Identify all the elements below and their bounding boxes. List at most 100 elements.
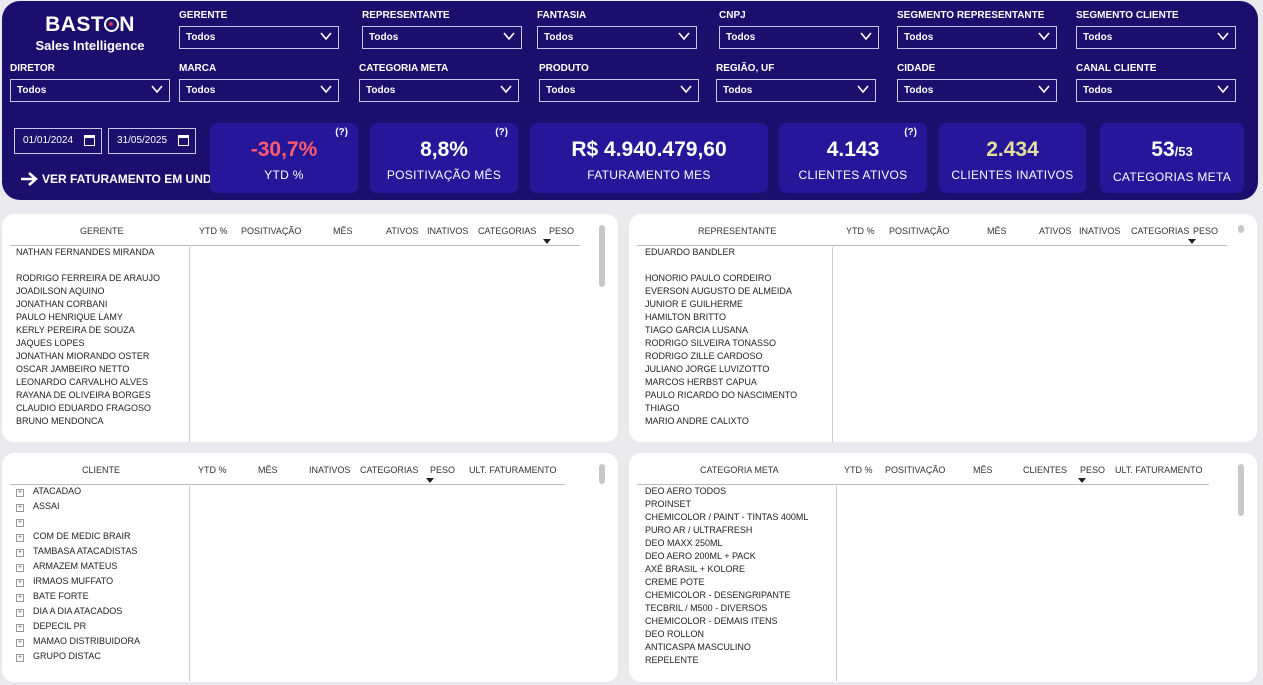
table-row[interactable]: JUNIOR E GUILHERME	[645, 298, 797, 311]
table-row[interactable]: JONATHAN MIORANDO OSTER	[16, 350, 160, 363]
expand-icon[interactable]: +	[16, 654, 24, 662]
scrollbar[interactable]	[1238, 225, 1244, 233]
help-icon[interactable]: (?)	[495, 127, 508, 138]
expand-icon[interactable]: +	[16, 609, 24, 617]
column-header[interactable]: CATEGORIA META	[700, 465, 779, 475]
table-row[interactable]: REPELENTE	[645, 654, 808, 667]
table-row[interactable]: RODRIGO FERREIRA DE ARAUJO	[16, 272, 160, 285]
table-row[interactable]: + BATE FORTE	[12, 589, 140, 604]
filter-dropdown[interactable]: Todos	[537, 26, 697, 49]
table-row[interactable]: MARIO ANDRE CALIXTO	[645, 415, 797, 428]
column-header[interactable]: CLIENTES	[1023, 465, 1067, 475]
column-header[interactable]: POSITIVAÇÃO	[885, 465, 945, 475]
column-header[interactable]: POSITIVAÇÃO	[889, 226, 949, 236]
table-row[interactable]: JONATHAN CORBANI	[16, 298, 160, 311]
column-header[interactable]: YTD %	[199, 226, 228, 236]
table-row[interactable]: EDUARDO BANDLER	[645, 246, 797, 259]
filter-dropdown[interactable]: Todos	[539, 79, 699, 102]
column-header[interactable]: ATIVOS	[386, 226, 418, 236]
table-row[interactable]: +	[12, 514, 140, 529]
column-header[interactable]: INATIVOS	[427, 226, 468, 236]
column-header[interactable]: YTD %	[198, 465, 227, 475]
expand-icon[interactable]: +	[16, 519, 24, 527]
column-header[interactable]: ULT. FATURAMENTO	[469, 465, 557, 475]
filter-dropdown[interactable]: Todos	[179, 79, 339, 102]
column-header[interactable]: PESO	[430, 465, 455, 475]
expand-icon[interactable]: +	[16, 534, 24, 542]
column-header[interactable]: INATIVOS	[309, 465, 350, 475]
column-header[interactable]: CLIENTE	[82, 465, 120, 475]
table-row[interactable]: KERLY PEREIRA DE SOUZA	[16, 324, 160, 337]
table-row[interactable]: HAMILTON BRITTO	[645, 311, 797, 324]
table-row[interactable]: DEO AERO 200ML + PACK	[645, 550, 808, 563]
table-row[interactable]: PURO AR / ULTRAFRESH	[645, 524, 808, 537]
column-header[interactable]: MÊS	[333, 226, 353, 236]
date-start-field[interactable]: 01/01/2024	[14, 128, 102, 154]
sort-desc-icon[interactable]	[426, 478, 434, 483]
column-header[interactable]: YTD %	[844, 465, 873, 475]
table-row[interactable]: DEO AERO TODOS	[645, 485, 808, 498]
table-row[interactable]: + IRMAOS MUFFATO	[12, 574, 140, 589]
date-end-field[interactable]: 31/05/2025	[108, 128, 196, 154]
scrollbar[interactable]	[599, 225, 605, 287]
table-row[interactable]: CHEMICOLOR / PAINT - TINTAS 400ML	[645, 511, 808, 524]
table-row[interactable]: LEONARDO CARVALHO ALVES	[16, 376, 160, 389]
table-row[interactable]: PAULO RICARDO DO NASCIMENTO	[645, 389, 797, 402]
expand-icon[interactable]: +	[16, 594, 24, 602]
sort-desc-icon[interactable]	[1188, 239, 1196, 244]
table-row[interactable]: PROINSET	[645, 498, 808, 511]
table-row[interactable]: RODRIGO ZILLE CARDOSO	[645, 350, 797, 363]
table-row[interactable]: JULIANO JORGE LUVIZOTTO	[645, 363, 797, 376]
table-row[interactable]: HONORIO PAULO CORDEIRO	[645, 272, 797, 285]
table-row[interactable]: CHEMICOLOR - DESENGRIPANTE	[645, 589, 808, 602]
filter-dropdown[interactable]: Todos	[1076, 79, 1236, 102]
column-header[interactable]: GERENTE	[80, 226, 124, 236]
help-icon[interactable]: (?)	[335, 127, 348, 138]
table-row[interactable]	[16, 259, 160, 272]
table-row[interactable]: TECBRIL / M500 - DIVERSOS	[645, 602, 808, 615]
filter-dropdown[interactable]: Todos	[1076, 26, 1236, 49]
column-header[interactable]: YTD %	[846, 226, 875, 236]
column-header[interactable]: PESO	[549, 226, 574, 236]
column-header[interactable]: CATEGORIAS	[1131, 226, 1189, 236]
filter-dropdown[interactable]: Todos	[897, 26, 1057, 49]
column-header[interactable]: MÊS	[973, 465, 993, 475]
table-row[interactable]: BRUNO MENDONCA	[16, 415, 160, 428]
filter-dropdown[interactable]: Todos	[897, 79, 1057, 102]
table-row[interactable]: + ATACADAO	[12, 484, 140, 499]
table-row[interactable]: DEO ROLLON	[645, 628, 808, 641]
filter-dropdown[interactable]: Todos	[179, 26, 339, 49]
table-row[interactable]: EVERSON AUGUSTO DE ALMEIDA	[645, 285, 797, 298]
expand-icon[interactable]: +	[16, 504, 24, 512]
table-row[interactable]: + COM DE MEDIC BRAIR	[12, 529, 140, 544]
expand-icon[interactable]: +	[16, 564, 24, 572]
column-header[interactable]: POSITIVAÇÃO	[241, 226, 301, 236]
column-header[interactable]: ULT. FATURAMENTO	[1115, 465, 1203, 475]
column-header[interactable]: ATIVOS	[1039, 226, 1071, 236]
table-row[interactable]	[645, 259, 797, 272]
table-row[interactable]: PAULO HENRIQUE LAMY	[16, 311, 160, 324]
table-row[interactable]: CHEMICOLOR - DEMAIS ITENS	[645, 615, 808, 628]
table-row[interactable]: + DIA A DIA ATACADOS	[12, 604, 140, 619]
column-header[interactable]: INATIVOS	[1079, 226, 1120, 236]
table-row[interactable]: DEO MAXX 250ML	[645, 537, 808, 550]
table-row[interactable]: + MAMAO DISTRIBUIDORA	[12, 634, 140, 649]
table-row[interactable]: THIAGO	[645, 402, 797, 415]
column-header[interactable]: PESO	[1080, 465, 1105, 475]
filter-dropdown[interactable]: Todos	[716, 79, 876, 102]
expand-icon[interactable]: +	[16, 624, 24, 632]
table-row[interactable]: CREME POTE	[645, 576, 808, 589]
sort-desc-icon[interactable]	[543, 239, 551, 244]
table-row[interactable]: OSCAR JAMBEIRO NETTO	[16, 363, 160, 376]
table-row[interactable]: MARCOS HERBST CAPUA	[645, 376, 797, 389]
table-row[interactable]: JAQUES LOPES	[16, 337, 160, 350]
filter-dropdown[interactable]: Todos	[719, 26, 879, 49]
table-row[interactable]: + ASSAI	[12, 499, 140, 514]
table-row[interactable]: NATHAN FERNANDES MIRANDA	[16, 246, 160, 259]
table-row[interactable]: RAYANA DE OLIVEIRA BORGES	[16, 389, 160, 402]
column-header[interactable]: CATEGORIAS	[478, 226, 536, 236]
column-header[interactable]: MÊS	[258, 465, 278, 475]
table-row[interactable]: CLAUDIO EDUARDO FRAGOSO	[16, 402, 160, 415]
table-row[interactable]: AXÉ BRASIL + KOLORE	[645, 563, 808, 576]
table-row[interactable]: RODRIGO SILVEIRA TONASSO	[645, 337, 797, 350]
